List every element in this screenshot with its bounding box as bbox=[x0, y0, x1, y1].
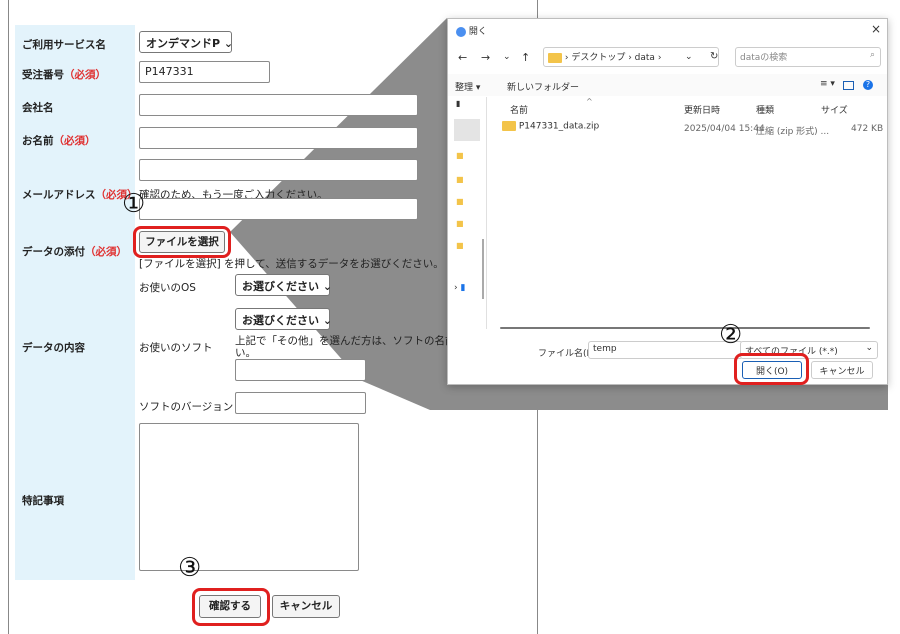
file-size: 472 KB bbox=[851, 124, 884, 134]
nav-home-icon[interactable]: ▮ bbox=[456, 99, 460, 108]
column-name[interactable]: 名前 bbox=[510, 103, 528, 116]
required-mark: （必須） bbox=[64, 69, 106, 81]
step-3-marker: ③ bbox=[178, 553, 202, 583]
nav-folder-icon[interactable]: ■ bbox=[456, 241, 464, 250]
folder-icon bbox=[548, 52, 562, 63]
chevron-down-icon: ⌄ bbox=[322, 314, 333, 327]
remarks-label: 特記事項 bbox=[22, 495, 64, 507]
refresh-icon[interactable]: ↻ bbox=[710, 51, 718, 62]
history-chevron-icon[interactable]: ⌄ bbox=[503, 52, 511, 62]
nav-expand-icon[interactable]: › ▮ bbox=[454, 283, 465, 293]
chevron-down-icon: ⌄ bbox=[223, 37, 234, 50]
nav-item-selected[interactable] bbox=[454, 119, 480, 141]
view-options-icon[interactable]: ≡ ▾ bbox=[820, 79, 835, 89]
highlight-ring-1 bbox=[133, 226, 231, 258]
software-label: お使いのソフト bbox=[139, 342, 213, 354]
attach-label: データの添付（必須） bbox=[22, 246, 127, 258]
service-select[interactable]: オンデマンドP ⌄ bbox=[139, 31, 234, 53]
search-icon: ⌕ bbox=[869, 50, 875, 60]
browser-icon bbox=[456, 26, 466, 37]
nav-folder-icon[interactable]: ■ bbox=[456, 175, 464, 184]
email-label: メールアドレス（必須） bbox=[22, 189, 138, 201]
software-note-line1: 上記で「その他」を選んだ方は、ソフトの名前を bbox=[235, 335, 466, 347]
nav-folder-icon[interactable]: ■ bbox=[456, 197, 464, 206]
nav-folder-icon[interactable]: ■ bbox=[456, 219, 464, 228]
forward-icon[interactable]: → bbox=[481, 51, 490, 64]
service-label: ご利用サービス名 bbox=[22, 39, 106, 51]
remarks-textarea[interactable] bbox=[139, 423, 359, 571]
zip-folder-icon bbox=[502, 121, 516, 131]
required-mark: （必須） bbox=[85, 246, 127, 258]
chevron-down-icon: ⌄ bbox=[322, 280, 333, 293]
help-icon[interactable]: ? bbox=[863, 80, 873, 90]
os-label: お使いのOS bbox=[139, 282, 196, 294]
required-mark: （必須） bbox=[53, 135, 96, 147]
email-confirm-input[interactable] bbox=[139, 198, 418, 220]
nav-folder-icon[interactable]: ■ bbox=[456, 151, 464, 160]
dialog-cancel-button[interactable]: キャンセル bbox=[811, 361, 873, 379]
column-size[interactable]: サイズ bbox=[821, 103, 848, 116]
step-2-marker: ② bbox=[719, 320, 743, 350]
close-icon[interactable]: × bbox=[871, 22, 881, 36]
column-type[interactable]: 種類 bbox=[756, 103, 774, 116]
address-chevron-icon[interactable]: ⌄ bbox=[685, 52, 693, 62]
file-note: [ファイルを選択] を押して、送信するデータをお選びください。 bbox=[139, 258, 444, 270]
name-label: お名前（必須） bbox=[22, 135, 96, 147]
file-type: 圧縮 (zip 形式) ... bbox=[756, 127, 830, 137]
software-note-line2: い。 bbox=[235, 347, 256, 359]
file-date: 2025/04/04 15:44 bbox=[684, 124, 765, 134]
nav-scrollbar[interactable] bbox=[482, 239, 484, 299]
name-input[interactable] bbox=[139, 127, 418, 149]
search-input[interactable]: dataの検索 ⌕ bbox=[735, 47, 881, 67]
version-label: ソフトのバージョン bbox=[139, 401, 234, 413]
back-icon[interactable]: ← bbox=[458, 51, 467, 64]
file-name: P147331_data.zip bbox=[518, 121, 600, 132]
order-number-input[interactable]: P147331 bbox=[139, 61, 270, 83]
company-label: 会社名 bbox=[22, 102, 54, 114]
chevron-down-icon: ⌄ bbox=[865, 343, 873, 353]
step-1-marker: ① bbox=[122, 189, 146, 219]
highlight-ring-3 bbox=[192, 588, 270, 626]
up-icon[interactable]: ↑ bbox=[521, 51, 530, 64]
highlight-ring-2 bbox=[734, 353, 809, 385]
dialog-title: 開く bbox=[456, 24, 487, 37]
company-input[interactable] bbox=[139, 94, 418, 116]
order-label: 受注番号（必須） bbox=[22, 69, 106, 81]
file-open-dialog: 開く × ← → ⌄ ↑ › デスクトップ › data › ⌄ ↻ dataの… bbox=[447, 18, 888, 385]
horizontal-scrollbar[interactable] bbox=[500, 327, 870, 329]
os-select[interactable]: お選びください ⌄ bbox=[235, 274, 333, 296]
sort-caret-icon: ^ bbox=[586, 97, 593, 106]
email-input[interactable] bbox=[139, 159, 418, 181]
column-date[interactable]: 更新日時 bbox=[684, 103, 720, 116]
organize-button[interactable]: 整理 ▾ bbox=[455, 80, 480, 93]
version-input[interactable] bbox=[235, 392, 366, 414]
file-row[interactable]: P147331_data.zip 2025/04/04 15:44 圧縮 (zi… bbox=[488, 121, 883, 139]
new-folder-button[interactable]: 新しいフォルダー bbox=[507, 80, 579, 93]
cancel-button[interactable]: キャンセル bbox=[272, 595, 340, 618]
software-select[interactable]: お選びください ⌄ bbox=[235, 308, 333, 330]
data-label: データの内容 bbox=[22, 342, 85, 354]
address-bar[interactable]: › デスクトップ › data › bbox=[543, 47, 719, 67]
preview-pane-icon[interactable] bbox=[843, 81, 854, 90]
software-name-input[interactable] bbox=[235, 359, 366, 381]
